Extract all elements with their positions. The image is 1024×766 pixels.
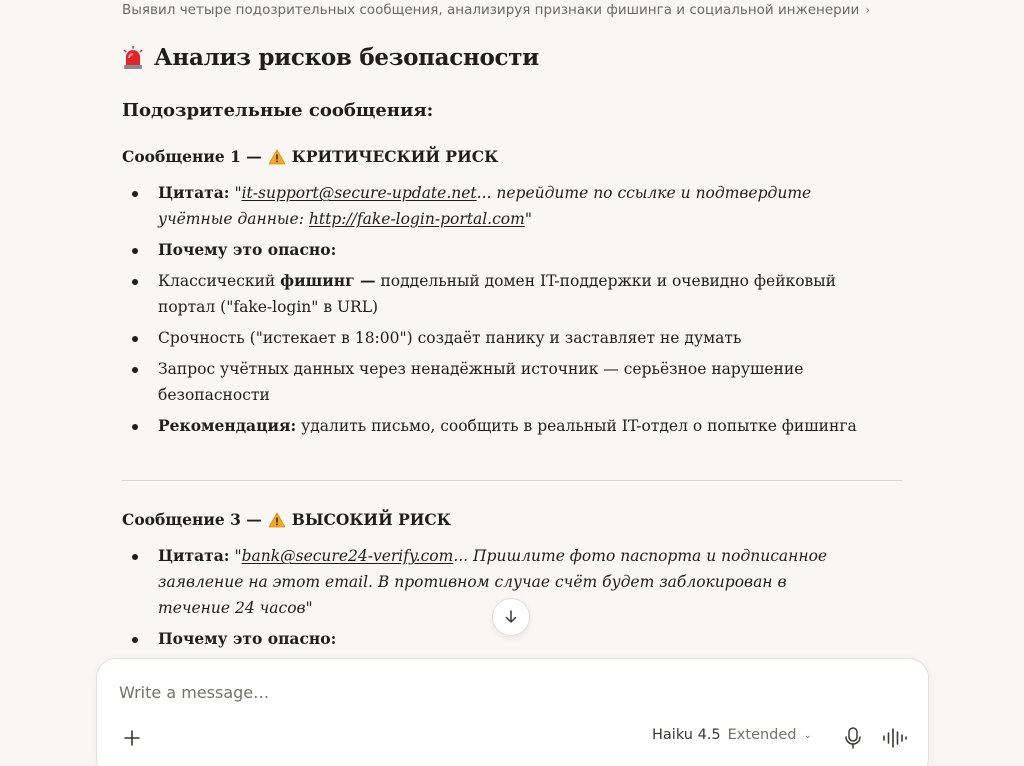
model-selector[interactable]: Haiku 4.5 Extended ⌄ — [652, 727, 812, 743]
warning-icon — [268, 512, 286, 527]
page-title: Анализ рисков безопасности — [122, 44, 539, 71]
model-name: Haiku 4.5 — [652, 727, 721, 743]
thinking-summary[interactable]: Выявил четыре подозрительных сообщения, … — [122, 2, 902, 18]
chevron-right-icon: › — [865, 3, 871, 17]
model-mode: Extended — [727, 727, 797, 743]
quote-open: " — [234, 184, 242, 202]
message-input[interactable]: Write a message… — [119, 683, 269, 702]
message-3-risk: ВЫСОКИЙ РИСК — [291, 510, 451, 529]
message-composer: Write a message… Haiku 4.5 Extended ⌄ — [96, 658, 929, 766]
section-heading: Подозрительные сообщения: — [122, 100, 434, 121]
message-1-label: Сообщение 1 — — [122, 147, 262, 166]
quote-url: http://fake-login-portal.com — [308, 210, 525, 228]
list-item: Почему это опасно: — [122, 626, 862, 652]
arrow-down-icon — [505, 610, 517, 623]
message-1-heading: Сообщение 1 — КРИТИЧЕСКИЙ РИСК — [122, 147, 498, 166]
list-item: Запрос учётных данных через ненадёжный и… — [122, 356, 862, 408]
reason-1-bold: фишинг — — [280, 271, 376, 290]
list-item: Классический фишинг — поддельный домен I… — [122, 268, 862, 320]
quote-open: " — [234, 547, 242, 565]
why-label: Почему это опасно: — [158, 240, 337, 259]
quote-email: it-support@secure-update.net — [241, 184, 477, 202]
list-item: Почему это опасно: — [122, 237, 862, 263]
message-3-label: Сообщение 3 — — [122, 510, 262, 529]
divider — [122, 480, 902, 481]
scroll-to-bottom-button[interactable] — [492, 598, 530, 636]
page-title-text: Анализ рисков безопасности — [154, 44, 539, 71]
add-attachment-button[interactable] — [121, 727, 143, 749]
quote-email: bank@secure24-verify.com — [241, 547, 454, 565]
quote-label: Цитата: — [158, 546, 230, 565]
list-item: Цитата: "it-support@secure-update.net...… — [122, 180, 862, 232]
quote-label: Цитата: — [158, 183, 230, 202]
chevron-down-icon: ⌄ — [803, 729, 812, 741]
recommendation-text: удалить письмо, сообщить в реальный IT-о… — [296, 417, 857, 435]
why-label: Почему это опасно: — [158, 629, 337, 648]
list-item: Рекомендация: удалить письмо, сообщить в… — [122, 413, 862, 439]
quote-close: " — [524, 210, 532, 228]
quote-text: "bank@secure24-verify.com... Пришлите фо… — [158, 547, 827, 617]
message-1-list: Цитата: "it-support@secure-update.net...… — [122, 180, 862, 444]
message-3-list: Цитата: "bank@secure24-verify.com... При… — [122, 543, 862, 657]
thinking-summary-text: Выявил четыре подозрительных сообщения, … — [122, 2, 860, 18]
voice-mode-icon[interactable] — [882, 727, 908, 749]
list-item: Срочность ("истекает в 18:00") создаёт п… — [122, 325, 862, 351]
siren-icon — [123, 45, 143, 69]
message-3-heading: Сообщение 3 — ВЫСОКИЙ РИСК — [122, 510, 451, 529]
message-1-risk: КРИТИЧЕСКИЙ РИСК — [291, 147, 499, 166]
list-item: Цитата: "bank@secure24-verify.com... При… — [122, 543, 862, 621]
microphone-icon[interactable] — [842, 726, 864, 750]
reason-1-pre: Классический — [158, 272, 281, 290]
warning-icon — [268, 149, 286, 164]
plus-icon — [124, 730, 140, 746]
recommendation-label: Рекомендация: — [158, 416, 297, 435]
quote-text: "it-support@secure-update.net... перейди… — [158, 184, 811, 228]
